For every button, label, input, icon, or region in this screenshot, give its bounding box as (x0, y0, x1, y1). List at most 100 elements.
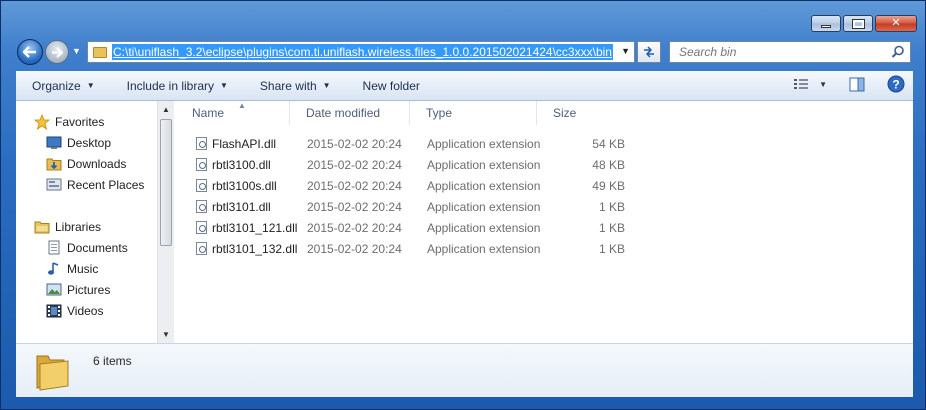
nav-favorites[interactable]: Favorites (16, 111, 157, 132)
chevron-down-icon: ▼ (322, 81, 331, 90)
address-dropdown-icon[interactable]: ▼ (621, 46, 630, 56)
column-header-name-label: Name (192, 106, 225, 120)
column-header-type[interactable]: Type (410, 101, 537, 125)
view-dropdown-icon[interactable]: ▼ (819, 80, 827, 89)
file-type: Application extension (427, 136, 541, 151)
new-folder-button[interactable]: New folder (347, 71, 436, 100)
scroll-down-icon[interactable]: ▼ (158, 326, 174, 343)
include-in-library-label: Include in library (126, 78, 214, 93)
nav-documents[interactable]: Documents (16, 237, 157, 258)
file-type: Application extension (427, 157, 541, 172)
chevron-down-icon: ▼ (86, 81, 95, 90)
nav-downloads-label: Downloads (67, 156, 127, 171)
videos-icon (46, 304, 62, 317)
file-size: 1 KB (598, 241, 625, 256)
view-options-icon[interactable] (793, 77, 809, 91)
file-list: ▲ Name Date modified Type Size FlashAPI.… (174, 101, 913, 343)
nav-pictures[interactable]: Pictures (16, 279, 157, 300)
details-pane: 6 items (16, 343, 913, 397)
organize-button[interactable]: Organize ▼ (16, 71, 111, 100)
address-bar[interactable]: C:\ti\uniflash_3.2\eclipse\plugins\com.t… (87, 41, 635, 63)
nav-videos[interactable]: Videos (16, 300, 157, 321)
table-row[interactable]: rbtl3100s.dll 2015-02-02 20:24 Applicati… (174, 175, 625, 196)
nav-music[interactable]: Music (16, 258, 157, 279)
dll-file-icon (196, 221, 207, 234)
file-type: Application extension (427, 178, 541, 193)
minimize-button[interactable] (811, 15, 841, 32)
file-date: 2015-02-02 20:24 (307, 220, 402, 235)
nav-desktop[interactable]: Desktop (16, 132, 157, 153)
nav-videos-label: Videos (67, 303, 104, 318)
back-button[interactable] (17, 39, 43, 65)
address-path[interactable]: C:\ti\uniflash_3.2\eclipse\plugins\com.t… (112, 44, 613, 60)
file-name: rbtl3101_132.dll (212, 241, 298, 256)
forward-button[interactable] (45, 40, 69, 64)
search-icon[interactable] (891, 45, 905, 59)
column-header-size-label: Size (553, 106, 577, 120)
folder-icon (36, 355, 69, 391)
content-area: Favorites Desktop Downloads Recent Place… (16, 101, 913, 343)
file-date: 2015-02-02 20:24 (307, 136, 402, 151)
dll-file-icon (196, 242, 207, 255)
item-count: 6 items (93, 354, 132, 368)
sort-ascending-icon: ▲ (238, 101, 246, 110)
libraries-icon (34, 221, 50, 233)
table-row[interactable]: rbtl3101.dll 2015-02-02 20:24 Applicatio… (174, 196, 625, 217)
column-header-name[interactable]: ▲ Name (174, 101, 290, 125)
refresh-icon (644, 46, 654, 58)
file-name: rbtl3100.dll (212, 157, 271, 172)
scrollbar-thumb[interactable] (160, 119, 172, 246)
table-row[interactable]: rbtl3101_132.dll 2015-02-02 20:24 Applic… (174, 238, 625, 259)
file-type: Application extension (427, 199, 541, 214)
dll-file-icon (196, 200, 207, 213)
file-size: 48 KB (592, 157, 625, 172)
search-box[interactable] (669, 41, 911, 63)
include-in-library-button[interactable]: Include in library ▼ (111, 71, 244, 100)
navigation-bar: ▼ C:\ti\uniflash_3.2\eclipse\plugins\com… (17, 39, 913, 65)
libraries-group: Libraries Documents Music Pictures Video… (16, 216, 157, 321)
file-name: rbtl3101.dll (212, 199, 271, 214)
nav-recent-places[interactable]: Recent Places (16, 174, 157, 195)
file-size: 1 KB (598, 220, 625, 235)
svg-text:?: ? (892, 78, 899, 92)
scroll-up-icon[interactable]: ▲ (158, 101, 174, 118)
dll-file-icon (196, 179, 207, 192)
close-icon: ✕ (891, 17, 901, 29)
column-headers: ▲ Name Date modified Type Size (174, 101, 617, 125)
maximize-button[interactable] (843, 15, 873, 32)
file-size: 54 KB (592, 136, 625, 151)
search-input[interactable] (677, 44, 877, 60)
back-arrow-icon (23, 46, 36, 58)
column-header-date[interactable]: Date modified (290, 101, 410, 125)
command-bar: Organize ▼ Include in library ▼ Share wi… (16, 71, 913, 101)
column-header-size[interactable]: Size (537, 101, 617, 125)
refresh-button[interactable] (637, 41, 661, 63)
chevron-down-icon: ▼ (220, 81, 228, 90)
share-with-button[interactable]: Share with ▼ (244, 71, 347, 100)
maximize-icon (851, 18, 865, 29)
recent-pages-dropdown[interactable]: ▼ (72, 46, 81, 56)
table-row[interactable]: FlashAPI.dll 2015-02-02 20:24 Applicatio… (174, 133, 625, 154)
dll-file-icon (196, 158, 207, 171)
explorer-window: ✕ ▼ C:\ti\uniflash_3.2\eclipse\plugins\c… (0, 0, 926, 410)
help-icon[interactable]: ? (887, 75, 905, 93)
nav-pane-scrollbar[interactable]: ▲ ▼ (157, 101, 174, 343)
file-size: 1 KB (598, 199, 625, 214)
documents-icon (48, 240, 60, 255)
file-date: 2015-02-02 20:24 (307, 241, 402, 256)
table-row[interactable]: rbtl3100.dll 2015-02-02 20:24 Applicatio… (174, 154, 625, 175)
file-type: Application extension (427, 220, 541, 235)
preview-pane-icon[interactable] (849, 77, 865, 92)
favorites-group: Favorites Desktop Downloads Recent Place… (16, 111, 157, 195)
nav-libraries-label: Libraries (55, 219, 102, 234)
desktop-icon (46, 136, 62, 149)
file-date: 2015-02-02 20:24 (307, 199, 402, 214)
file-name: rbtl3101_121.dll (212, 220, 298, 235)
file-rows: FlashAPI.dll 2015-02-02 20:24 Applicatio… (174, 133, 625, 259)
nav-libraries[interactable]: Libraries (16, 216, 157, 237)
file-name: FlashAPI.dll (212, 136, 277, 151)
close-button[interactable]: ✕ (875, 15, 917, 32)
navigation-pane: Favorites Desktop Downloads Recent Place… (16, 101, 157, 343)
nav-downloads[interactable]: Downloads (16, 153, 157, 174)
table-row[interactable]: rbtl3101_121.dll 2015-02-02 20:24 Applic… (174, 217, 625, 238)
